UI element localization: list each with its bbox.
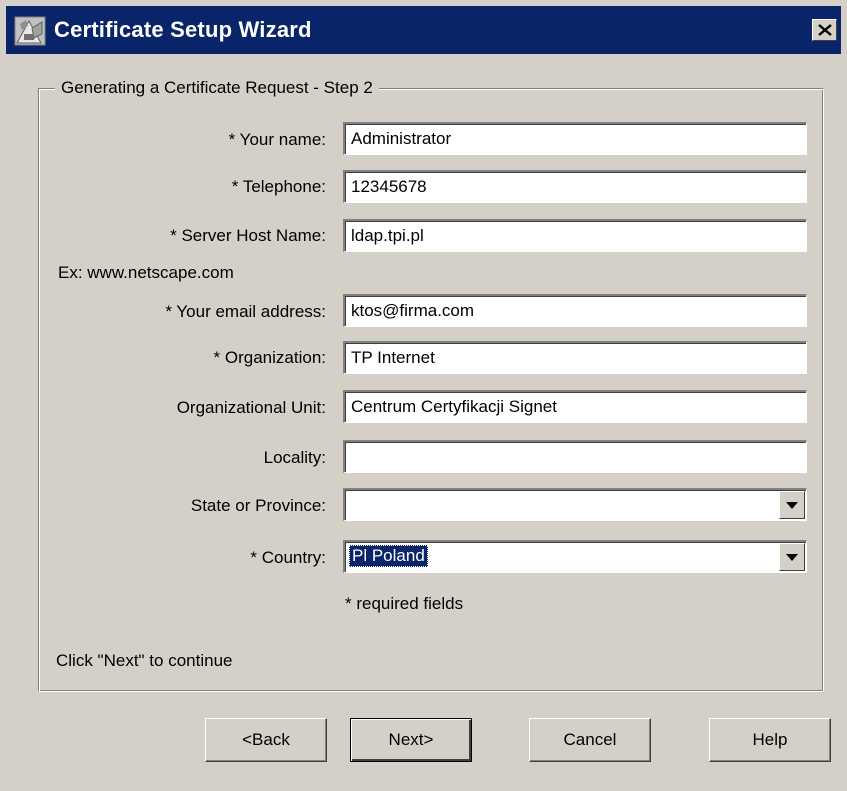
org-unit-value: Centrum Certyfikacji Signet	[351, 397, 557, 416]
your-name-label: * Your name:	[228, 130, 326, 149]
required-fields-note: * required fields	[345, 594, 464, 613]
wizard-window: Certificate Setup Wizard Generating a Ce…	[0, 0, 847, 791]
country-select[interactable]: Pl Poland	[343, 540, 807, 573]
country-dropdown-button[interactable]	[779, 543, 805, 571]
close-icon	[818, 24, 832, 36]
email-value: ktos@firma.com	[351, 301, 475, 320]
next-button[interactable]: Next>	[350, 718, 472, 762]
telephone-input[interactable]: 12345678	[343, 170, 807, 203]
your-name-input[interactable]: Administrator	[343, 122, 807, 155]
email-label: * Your email address:	[165, 302, 326, 321]
certificate-icon	[14, 16, 46, 46]
server-host-input[interactable]: ldap.tpi.pl	[343, 219, 807, 252]
server-host-value: ldap.tpi.pl	[351, 226, 424, 245]
cancel-button[interactable]: Cancel	[529, 718, 651, 762]
organization-value: TP Internet	[351, 348, 435, 367]
email-input[interactable]: ktos@firma.com	[343, 294, 807, 327]
organization-label: * Organization:	[213, 348, 326, 367]
window-title: Certificate Setup Wizard	[54, 17, 312, 42]
group-title: Generating a Certificate Request - Step …	[55, 78, 379, 98]
continue-instruction: Click "Next" to continue	[56, 651, 233, 670]
org-unit-input[interactable]: Centrum Certyfikacji Signet	[343, 390, 807, 423]
state-label: State or Province:	[190, 496, 326, 515]
organization-input[interactable]: TP Internet	[343, 341, 807, 374]
state-select[interactable]	[343, 488, 807, 521]
server-host-hint: Ex: www.netscape.com	[58, 263, 234, 282]
back-button[interactable]: <Back	[205, 718, 327, 762]
chevron-down-icon	[786, 554, 798, 561]
telephone-value: 12345678	[351, 177, 427, 196]
telephone-label: * Telephone:	[231, 177, 326, 196]
org-unit-label: Organizational Unit:	[176, 398, 326, 417]
state-dropdown-button[interactable]	[779, 491, 805, 519]
locality-label: Locality:	[263, 448, 326, 467]
country-value: Pl Poland	[349, 545, 428, 567]
your-name-value: Administrator	[351, 129, 452, 148]
chevron-down-icon	[786, 502, 798, 509]
close-button[interactable]	[812, 19, 837, 41]
country-label: * Country:	[250, 548, 326, 567]
server-host-label: * Server Host Name:	[170, 226, 326, 245]
title-bar[interactable]: Certificate Setup Wizard	[6, 6, 841, 54]
help-button[interactable]: Help	[709, 718, 831, 762]
locality-input[interactable]	[343, 440, 807, 473]
